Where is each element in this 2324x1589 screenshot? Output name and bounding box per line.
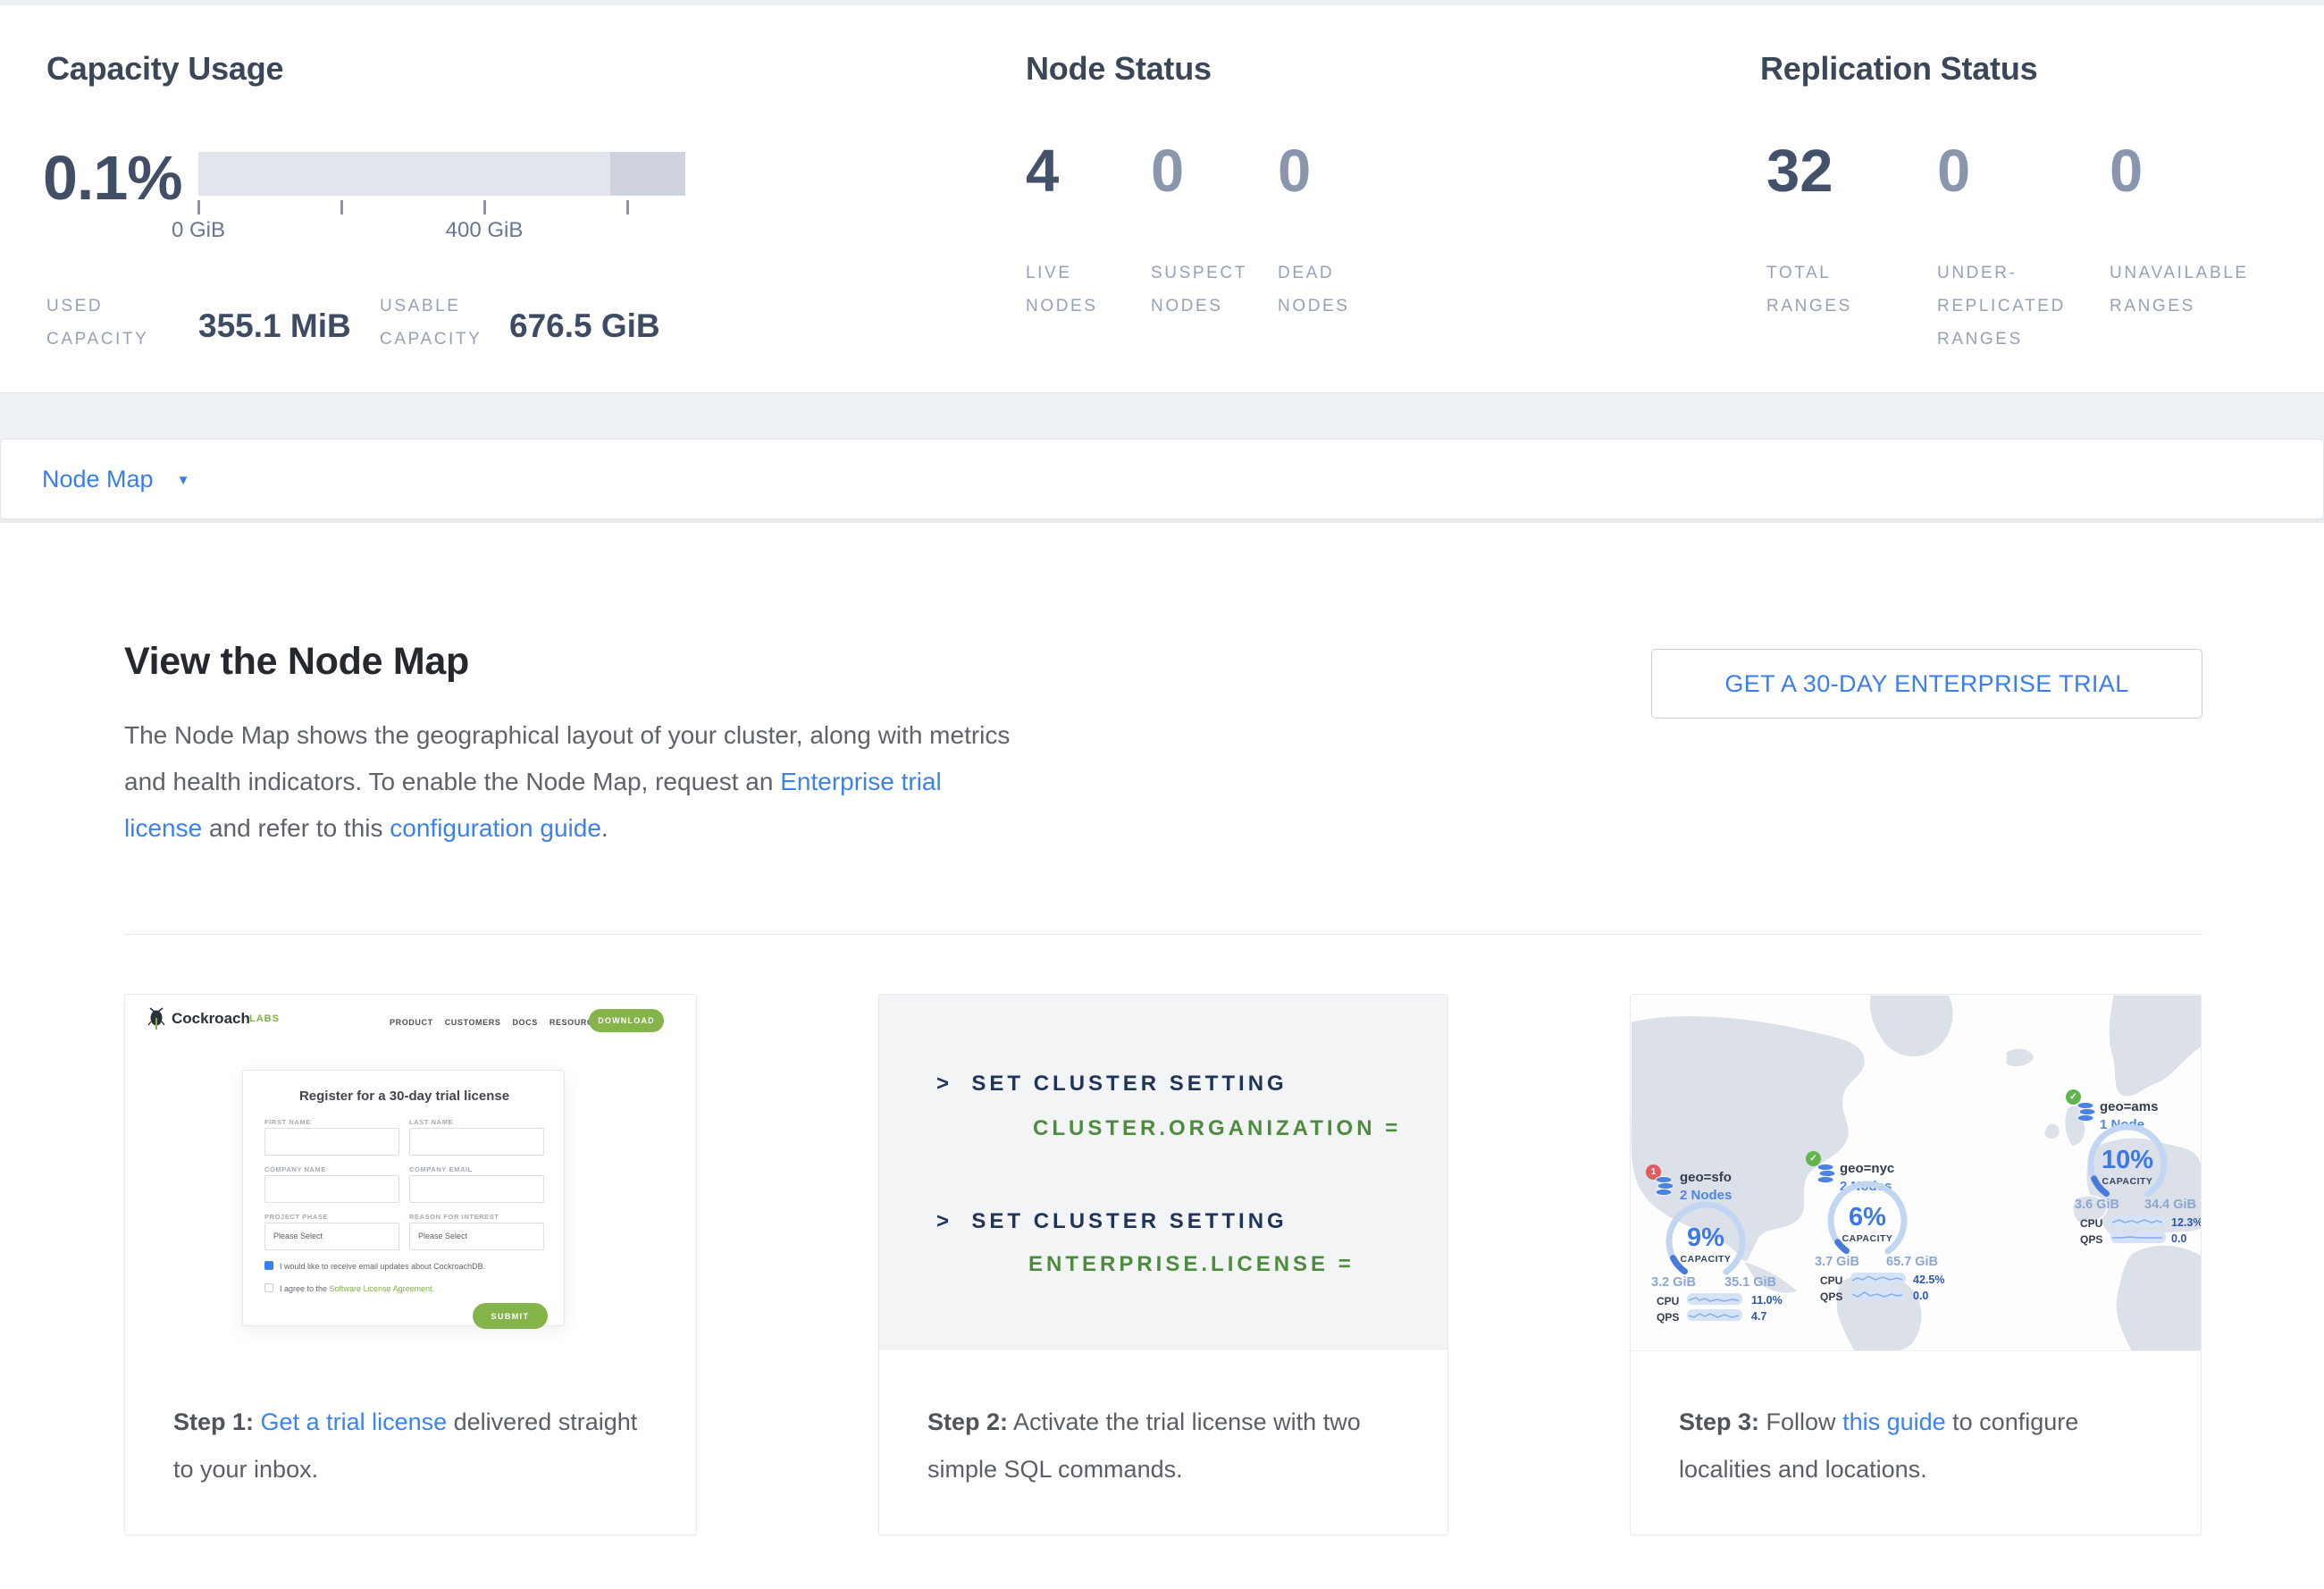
cluster-summary-panel: Capacity Usage 0.1% 0 GiB 400 GiB USED C…: [0, 5, 2324, 393]
live-nodes-value: 4: [1026, 141, 1059, 201]
form-title: Register for a 30-day trial license: [243, 1089, 566, 1104]
suspect-nodes-value: 0: [1151, 141, 1184, 201]
cockroach-logo-labs: LABS: [249, 1013, 280, 1024]
sql-line-3: > SET CLUSTER SETTING: [936, 1209, 1288, 1234]
sql-line-4: ENTERPRISE.LICENSE =: [1028, 1252, 1355, 1277]
capacity-bar: [198, 152, 685, 196]
email-updates-checkbox[interactable]: [264, 1261, 273, 1270]
qps-sparkline: [2110, 1232, 2166, 1243]
company-email-input[interactable]: [409, 1175, 544, 1203]
database-nodes-icon: [1655, 1175, 1676, 1197]
chevron-down-icon: ▼: [177, 473, 190, 488]
section-divider: [124, 934, 2202, 935]
unavailable-ranges-value: 0: [2110, 141, 2143, 201]
last-name-input[interactable]: [409, 1128, 544, 1156]
cockroach-logo-text: Cockroach: [172, 1010, 250, 1028]
first-name-input[interactable]: [264, 1128, 399, 1156]
view-selector-bar: Node Map ▼: [0, 439, 2324, 519]
nav-customers[interactable]: CUSTOMERS: [445, 1018, 501, 1027]
capacity-usage-title: Capacity Usage: [46, 50, 283, 88]
used-capacity-label: USED CAPACITY: [46, 290, 148, 356]
step3-card: 1 geo=sfo 2 Nodes 9% CAPACITY 3.2 GiB: [1630, 994, 2202, 1535]
company-name-label: COMPANY NAME: [264, 1165, 326, 1173]
last-name-label: LAST NAME: [409, 1118, 453, 1126]
total-ranges-value: 32: [1766, 141, 1833, 201]
capacity-tick: [197, 200, 200, 214]
company-email-label: COMPANY EMAIL: [409, 1165, 473, 1173]
node-status-title: Node Status: [1026, 50, 1212, 88]
locality-sfo[interactable]: 1 geo=sfo 2 Nodes 9% CAPACITY 3.2 GiB: [1646, 1152, 1798, 1331]
get-trial-license-link[interactable]: Get a trial license: [261, 1408, 448, 1435]
node-map-preview: 1 geo=sfo 2 Nodes 9% CAPACITY 3.2 GiB: [1631, 995, 2201, 1351]
live-nodes-label: LIVENODES: [1026, 256, 1098, 323]
dead-nodes-value: 0: [1278, 141, 1311, 201]
project-phase-select[interactable]: Please Select: [264, 1223, 399, 1250]
under-replicated-ranges-value: 0: [1937, 141, 1970, 201]
sql-line-1: > SET CLUSTER SETTING: [936, 1072, 1288, 1097]
step1-caption: Step 1: Get a trial license delivered st…: [173, 1399, 656, 1493]
usable-capacity-value: 676.5 GiB: [509, 307, 660, 345]
unavailable-ranges-label: UNAVAILABLERANGES: [2110, 256, 2249, 323]
capacity-bar-segment: [610, 152, 685, 196]
replication-status-title: Replication Status: [1760, 50, 2037, 88]
nav-docs[interactable]: DOCS: [512, 1018, 537, 1027]
capacity-tick: [340, 200, 343, 214]
trial-license-form: Register for a 30-day trial license FIRS…: [242, 1070, 565, 1326]
submit-button[interactable]: SUBMIT: [473, 1303, 548, 1329]
sql-code-block: > SET CLUSTER SETTING CLUSTER.ORGANIZATI…: [879, 995, 1447, 1349]
software-license-agreement-link[interactable]: Software License Agreement.: [330, 1284, 435, 1293]
cpu-sparkline: [1687, 1293, 1742, 1305]
usable-capacity-label: USABLE CAPACITY: [380, 290, 482, 356]
get-enterprise-trial-button[interactable]: GET A 30-DAY ENTERPRISE TRIAL: [1651, 649, 2202, 719]
company-name-input[interactable]: [264, 1175, 399, 1203]
reason-for-interest-select[interactable]: Please Select: [409, 1223, 544, 1250]
step2-caption: Step 2: Activate the trial license with …: [927, 1399, 1401, 1493]
reason-for-interest-label: REASON FOR INTEREST: [409, 1213, 499, 1221]
page-title: View the Node Map: [124, 640, 469, 684]
sql-line-2: CLUSTER.ORGANIZATION =: [1033, 1116, 1401, 1141]
capacity-tick-label-0: 0 GiB: [172, 218, 225, 243]
project-phase-label: PROJECT PHASE: [264, 1213, 328, 1221]
first-name-label: FIRST NAME: [264, 1118, 311, 1126]
cockroach-labs-logo-icon: [147, 1006, 166, 1031]
cpu-sparkline: [2110, 1215, 2166, 1227]
this-guide-link[interactable]: this guide: [1842, 1408, 1946, 1435]
qps-sparkline: [1687, 1309, 1742, 1321]
nav-product[interactable]: PRODUCT: [390, 1018, 433, 1027]
dead-nodes-label: DEADNODES: [1278, 256, 1350, 323]
cluster-overview-page: Capacity Usage 0.1% 0 GiB 400 GiB USED C…: [0, 0, 2324, 1589]
locality-ams[interactable]: ✓ geo=ams 1 Node 10% CAPACITY 3.6 GiB: [2066, 1077, 2201, 1256]
database-nodes-icon: [2076, 1101, 2098, 1122]
capacity-tick: [626, 200, 629, 214]
used-capacity-value: 355.1 MiB: [198, 307, 351, 345]
locality-nyc[interactable]: ✓ geo=nyc 2 Nodes 6% CAPACITY 3.7 GiB: [1806, 1139, 1958, 1317]
step3-caption: Step 3: Follow this guide to configure l…: [1679, 1399, 2161, 1493]
capacity-percent: 0.1%: [43, 147, 182, 209]
cpu-sparkline: [1850, 1273, 1906, 1284]
email-updates-label: I would like to receive email updates ab…: [280, 1262, 485, 1271]
node-map-dropdown[interactable]: Node Map ▼: [42, 466, 189, 493]
suspect-nodes-label: SUSPECTNODES: [1151, 256, 1247, 323]
node-map-promo-panel: View the Node Map The Node Map shows the…: [0, 522, 2324, 1589]
license-agreement-label: I agree to the Software License Agreemen…: [280, 1284, 434, 1293]
capacity-tick-label-400: 400 GiB: [446, 218, 524, 243]
capacity-tick: [483, 200, 486, 214]
configuration-guide-link[interactable]: configuration guide: [390, 814, 601, 842]
node-map-description: The Node Map shows the geographical layo…: [124, 712, 1018, 852]
license-agreement-checkbox[interactable]: [264, 1283, 273, 1292]
qps-sparkline: [1850, 1289, 1906, 1300]
step1-card: Cockroach LABS PRODUCT CUSTOMERS DOCS RE…: [124, 994, 697, 1535]
total-ranges-label: TOTALRANGES: [1766, 256, 1852, 323]
under-replicated-ranges-label: UNDER-REPLICATEDRANGES: [1937, 256, 2066, 356]
download-button[interactable]: DOWNLOAD: [589, 1009, 664, 1032]
step2-card: > SET CLUSTER SETTING CLUSTER.ORGANIZATI…: [878, 994, 1448, 1535]
